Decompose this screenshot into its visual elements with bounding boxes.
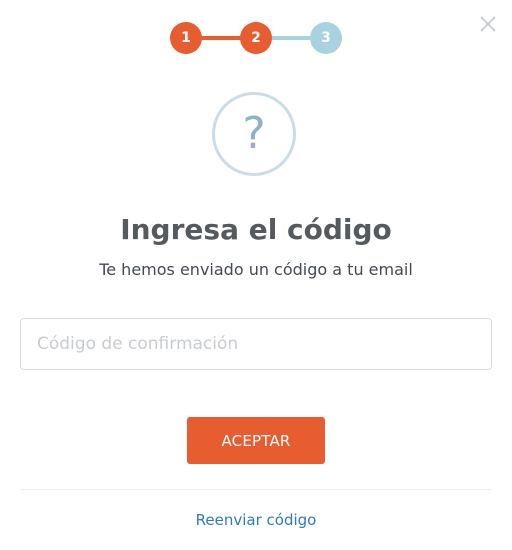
step-2-label: 2 bbox=[251, 30, 261, 46]
resend-code-link[interactable]: Reenviar código bbox=[0, 509, 512, 531]
confirmation-code-input[interactable] bbox=[20, 318, 492, 370]
page-subtitle: Te hemos enviado un código a tu email bbox=[99, 260, 413, 279]
confirmation-modal: 1 2 3 ? Ingresa el código Te hemos envia… bbox=[0, 0, 512, 550]
accept-button[interactable]: ACEPTAR bbox=[187, 417, 325, 464]
divider bbox=[20, 489, 492, 490]
step-1-label: 1 bbox=[181, 30, 191, 46]
close-button[interactable] bbox=[478, 14, 498, 34]
step-3: 3 bbox=[310, 22, 342, 54]
step-1: 1 bbox=[170, 22, 202, 54]
question-icon: ? bbox=[212, 92, 296, 176]
step-indicator: 1 2 3 bbox=[170, 22, 342, 54]
close-icon bbox=[480, 16, 496, 32]
step-3-label: 3 bbox=[321, 30, 331, 46]
question-mark: ? bbox=[242, 108, 266, 159]
step-2: 2 bbox=[240, 22, 272, 54]
page-title: Ingresa el código bbox=[120, 213, 392, 246]
